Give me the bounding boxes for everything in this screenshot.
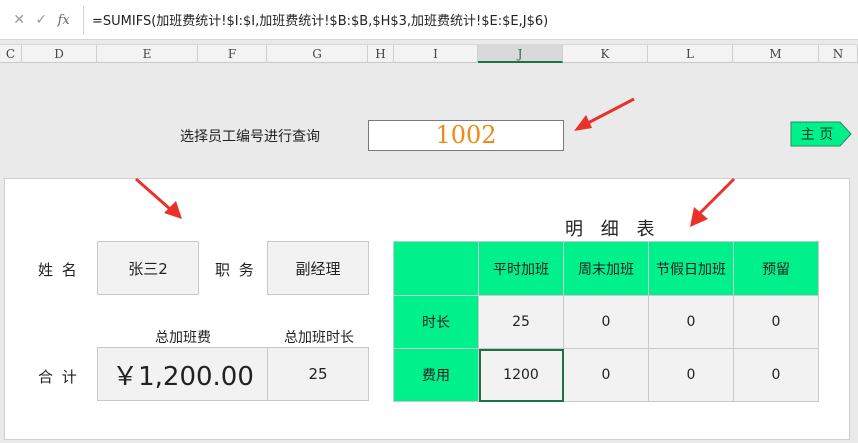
table-cell[interactable]: 0 xyxy=(733,348,819,402)
table-cell[interactable]: 0 xyxy=(733,295,819,349)
confirm-icon[interactable]: ✓ xyxy=(35,12,47,28)
position-label: 职 务 xyxy=(215,261,256,279)
formula-buttons: ✕ ✓ fx xyxy=(0,6,84,34)
arrow-icon xyxy=(690,177,736,227)
table-header-cell[interactable]: 预留 xyxy=(733,241,819,296)
detail-table-title: 明 细 表 xyxy=(565,219,661,240)
insert-function-icon[interactable]: fx xyxy=(58,13,70,28)
total-fee-label: 总加班费 xyxy=(155,330,211,346)
table-row: 费用 1200 0 0 0 xyxy=(393,348,819,402)
total-hours-label: 总加班时长 xyxy=(284,330,354,346)
home-button[interactable]: 主 页 xyxy=(790,121,852,147)
name-value[interactable]: 张三2 xyxy=(97,241,199,295)
column-header-l[interactable]: L xyxy=(648,45,733,63)
column-header-n[interactable]: N xyxy=(819,45,858,63)
table-header-row: 平时加班 周末加班 节假日加班 预留 xyxy=(393,241,819,296)
column-header-j[interactable]: J xyxy=(478,45,563,63)
arrow-icon xyxy=(135,177,182,219)
column-header-row: C D E F G H I J K L M N xyxy=(0,44,858,63)
table-cell[interactable]: 0 xyxy=(648,348,734,402)
column-header-c[interactable]: C xyxy=(0,45,22,63)
formula-input[interactable]: =SUMIFS(加班费统计!$I:$I,加班费统计!$B:$B,$H$3,加班费… xyxy=(92,10,548,29)
table-cell[interactable]: 0 xyxy=(563,295,649,349)
query-label: 选择员工编号进行查询 xyxy=(180,129,320,145)
row-label-cell[interactable]: 费用 xyxy=(393,348,479,402)
name-label: 姓 名 xyxy=(38,261,79,279)
total-row-label: 合 计 xyxy=(38,368,79,386)
table-row: 时长 25 0 0 0 xyxy=(393,295,819,349)
column-header-f[interactable]: F xyxy=(198,45,267,63)
cancel-icon[interactable]: ✕ xyxy=(13,12,25,28)
column-header-i[interactable]: I xyxy=(394,45,478,63)
home-button-label: 主 页 xyxy=(800,127,834,143)
column-header-d[interactable]: D xyxy=(22,45,97,63)
formula-bar: ✕ ✓ fx =SUMIFS(加班费统计!$I:$I,加班费统计!$B:$B,$… xyxy=(0,0,858,40)
table-cell[interactable]: 25 xyxy=(478,295,564,349)
column-header-e[interactable]: E xyxy=(97,45,198,63)
employee-id-input[interactable]: 1002 xyxy=(368,120,564,151)
arrow-icon xyxy=(574,97,635,131)
column-header-g[interactable]: G xyxy=(267,45,368,63)
table-header-cell[interactable] xyxy=(393,241,479,296)
selected-cell[interactable]: 1200 xyxy=(478,348,564,402)
column-header-k[interactable]: K xyxy=(563,45,648,63)
total-fee-value[interactable]: ￥1,200.00 xyxy=(97,347,269,401)
table-header-cell[interactable]: 节假日加班 xyxy=(648,241,734,296)
column-header-h[interactable]: H xyxy=(368,45,394,63)
table-header-cell[interactable]: 平时加班 xyxy=(478,241,564,296)
table-cell[interactable]: 0 xyxy=(648,295,734,349)
detail-table: 平时加班 周末加班 节假日加班 预留 时长 25 0 0 0 费用 1200 0… xyxy=(393,241,819,402)
position-value[interactable]: 副经理 xyxy=(267,241,369,295)
column-header-m[interactable]: M xyxy=(733,45,819,63)
table-cell[interactable]: 0 xyxy=(563,348,649,402)
table-header-cell[interactable]: 周末加班 xyxy=(563,241,649,296)
total-hours-value[interactable]: 25 xyxy=(267,347,369,401)
row-label-cell[interactable]: 时长 xyxy=(393,295,479,349)
